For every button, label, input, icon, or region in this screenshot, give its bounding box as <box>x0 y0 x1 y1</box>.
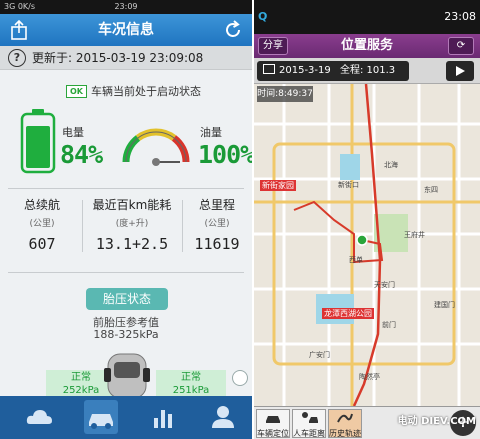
person-car-button[interactable]: 人车距离 <box>292 409 326 438</box>
map-street-label: 西单 <box>349 256 363 264</box>
history-track-button[interactable]: 历史轨迹 <box>328 409 362 438</box>
watermark: 电动 DIEV.COM <box>397 416 476 427</box>
front-right-tire: 正常 251kPa <box>156 370 226 398</box>
map-street-label: 广安门 <box>309 351 330 359</box>
update-bar: ? 更新于: 2015-03-19 23:09:08 <box>0 46 252 70</box>
play-button[interactable] <box>446 61 474 81</box>
map-street-label: 北海 <box>384 161 398 169</box>
ok-badge: OK <box>66 85 87 98</box>
map-street-label: 新街口 <box>338 181 359 189</box>
stat-mileage: 总里程 (公里) 11619 <box>184 196 250 253</box>
location-service-screen: Q 23:08 分享 位置服务 ⟳ 新街口 北海东四西单 王府井天安门前门 建国门广安… <box>254 0 480 439</box>
status-time: 23:08 <box>444 10 476 23</box>
divider <box>8 188 244 189</box>
help-icon[interactable]: ? <box>8 49 26 67</box>
vehicle-status-screen: 3G 0K/s 23:09 车况信息 ? 更新于: 2015-03-19 23:… <box>0 0 252 439</box>
track-date: 2015-3-19 <box>279 65 331 76</box>
map-street-label: 东四 <box>424 186 438 194</box>
stat-unit: (公里) <box>29 219 55 229</box>
stat-value: 607 <box>28 235 56 253</box>
map-tag: 新街家园 <box>260 180 296 191</box>
chart-icon[interactable] <box>146 400 180 434</box>
battery-value: 84% <box>60 140 103 169</box>
stat-value: 11619 <box>194 235 240 253</box>
divider <box>8 272 244 273</box>
fuel-label: 油量 <box>200 126 222 139</box>
status-time: 23:09 <box>114 2 138 11</box>
user-icon[interactable] <box>206 400 240 434</box>
stat-unit: (公里) <box>204 219 230 229</box>
stat-range: 总续航 (公里) 607 <box>4 196 80 253</box>
map-street-label: 建国门 <box>434 301 455 309</box>
stat-title: 总续航 <box>23 198 60 212</box>
battery-label: 电量 <box>62 126 84 139</box>
button-label: 历史轨迹 <box>329 429 361 438</box>
engine-status: OK 车辆当前处于启动状态 <box>66 84 201 100</box>
stat-consumption: 最近百km能耗 (度+升) 13.1+2.5 <box>84 196 180 253</box>
page-title: 位置服务 <box>340 38 393 53</box>
cloud-icon[interactable] <box>22 400 56 434</box>
play-icon <box>456 66 465 76</box>
car-icon[interactable] <box>84 400 118 434</box>
status-bar: 3G 0K/s 23:09 <box>0 0 252 14</box>
refresh-icon[interactable] <box>220 18 246 42</box>
calendar-icon <box>263 64 275 74</box>
update-time: 更新于: 2015-03-19 23:09:08 <box>32 51 204 65</box>
bottom-nav <box>0 396 252 439</box>
locate-car-button[interactable]: 车辆定位 <box>256 409 290 438</box>
stat-title: 最近百km能耗 <box>92 198 172 212</box>
header: 分享 位置服务 ⟳ <box>254 34 480 58</box>
track-toolbar: 2015-3-19 全程: 101.3 km <box>254 58 480 96</box>
map-tag: 龙潭西湖公园 <box>322 308 374 319</box>
map[interactable] <box>254 84 480 406</box>
battery-icon <box>20 109 56 174</box>
divider <box>182 200 183 252</box>
fuel-value: 100% <box>198 140 252 169</box>
stats-row: 总续航 (公里) 607 最近百km能耗 (度+升) 13.1+2.5 总里程 … <box>0 196 252 258</box>
tire-pressure-button[interactable]: 胎压状态 <box>86 288 168 310</box>
screenshot-root: 3G 0K/s 23:09 车况信息 ? 更新于: 2015-03-19 23:… <box>0 0 480 439</box>
button-label: 车辆定位 <box>257 429 289 438</box>
refresh-icon[interactable]: ⟳ <box>448 37 474 55</box>
header: 车况信息 <box>0 14 252 46</box>
page-title: 车况信息 <box>98 22 154 38</box>
map-street-label: 陶然亭 <box>359 373 380 381</box>
button-label: 人车距离 <box>293 429 325 438</box>
stat-unit: (度+升) <box>115 219 149 229</box>
tire-ref-range: 188-325kPa <box>93 328 159 341</box>
map-street-label: 王府井 <box>404 231 425 239</box>
divider <box>82 200 83 252</box>
stat-value: 13.1+2.5 <box>95 235 169 253</box>
tire-status: 正常 <box>181 372 201 383</box>
time-label: 时间:8:49:37 <box>257 86 313 102</box>
scroll-up-icon[interactable] <box>232 370 248 386</box>
search-icon: Q <box>258 10 268 23</box>
fuel-gauge <box>122 128 190 166</box>
status-bar: Q 23:08 <box>254 0 480 34</box>
stat-title: 总里程 <box>198 198 235 212</box>
history-track-icon <box>337 413 353 423</box>
person-car-icon <box>302 412 318 423</box>
car-locate-icon <box>266 416 280 423</box>
engine-status-text: 车辆当前处于启动状态 <box>91 85 201 98</box>
date-selector[interactable]: 2015-3-19 全程: 101.3 km <box>257 61 409 96</box>
map-street-label: 天安门 <box>374 281 395 289</box>
map-street-label: 前门 <box>382 321 396 329</box>
car-top-icon <box>104 353 150 398</box>
